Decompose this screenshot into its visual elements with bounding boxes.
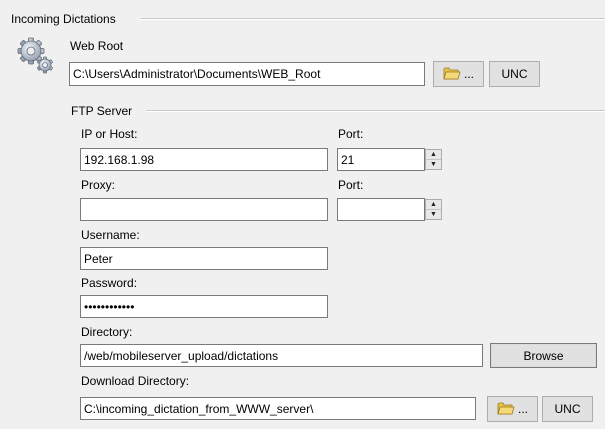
username-input[interactable] [80,247,328,270]
host-label: IP or Host: [81,127,138,141]
download-directory-input[interactable] [80,397,476,420]
download-directory-label: Download Directory: [81,374,190,388]
ftp-server-title: FTP Server [71,104,133,118]
directory-input[interactable] [80,344,483,367]
folder-icon [497,401,515,418]
host-input[interactable] [80,148,328,171]
download-unc-button[interactable]: UNC [542,396,593,422]
web-root-label: Web Root [70,39,124,53]
browse-ellipsis: ... [517,402,528,416]
directory-label: Directory: [81,325,133,339]
web-root-browse-button[interactable]: ... [433,61,484,87]
folder-icon [443,66,461,83]
directory-browse-button[interactable]: Browse [490,343,597,368]
password-input[interactable] [80,295,328,318]
incoming-dictations-title: Incoming Dictations [11,12,116,26]
proxy-input[interactable] [80,198,328,221]
username-label: Username: [81,228,140,242]
proxy-port-down-arrow-icon[interactable]: ▼ [426,209,441,219]
proxy-label: Proxy: [81,178,116,192]
gears-icon [16,36,54,74]
proxy-port-up-arrow-icon[interactable]: ▲ [426,200,441,209]
web-root-input[interactable] [69,62,425,86]
port-input[interactable] [337,148,425,171]
proxy-port-spinner[interactable]: ▲ ▼ [425,199,442,220]
incoming-group-divider [141,18,605,20]
proxy-port-input[interactable] [337,198,425,221]
ftp-group-divider [146,110,605,112]
proxy-port-label: Port: [338,178,364,192]
port-down-arrow-icon[interactable]: ▼ [426,159,441,169]
download-browse-button[interactable]: ... [487,396,538,422]
password-label: Password: [81,276,138,290]
port-up-arrow-icon[interactable]: ▲ [426,150,441,159]
port-label: Port: [338,127,364,141]
browse-ellipsis: ... [463,67,474,81]
port-spinner[interactable]: ▲ ▼ [425,149,442,170]
web-root-unc-button[interactable]: UNC [489,61,540,87]
